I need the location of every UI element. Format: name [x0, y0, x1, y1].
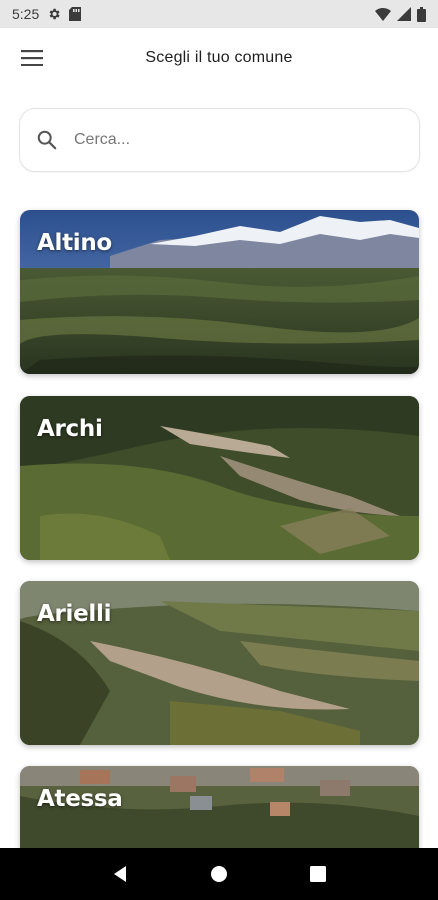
settings-icon [47, 7, 61, 21]
sd-card-icon [69, 7, 82, 21]
back-icon [113, 866, 126, 882]
menu-icon [21, 50, 43, 66]
system-navigation-bar [0, 848, 438, 900]
recents-icon [310, 866, 327, 882]
home-icon [210, 866, 227, 882]
home-button[interactable] [205, 860, 233, 888]
comune-card-altino[interactable]: Altino [20, 210, 419, 374]
comune-name: Atessa [37, 786, 123, 812]
menu-button[interactable] [18, 46, 46, 70]
status-time: 5:25 [12, 6, 40, 22]
recents-button[interactable] [304, 860, 332, 888]
comune-name: Arielli [37, 601, 112, 627]
comune-name: Altino [37, 230, 112, 256]
battery-icon [417, 6, 426, 22]
back-button[interactable] [106, 860, 134, 888]
search-icon [37, 130, 57, 150]
comune-card-arielli[interactable]: Arielli [20, 581, 419, 745]
wifi-icon [375, 7, 391, 21]
app-bar: Scegli il tuo comune [0, 28, 438, 88]
search-field[interactable] [19, 108, 420, 172]
search-input[interactable] [74, 131, 374, 149]
status-bar: 5:25 [0, 0, 438, 28]
signal-icon [397, 7, 411, 21]
comune-card-archi[interactable]: Archi [20, 396, 419, 560]
comune-name: Archi [37, 416, 103, 442]
page-title: Scegli il tuo comune [145, 49, 293, 66]
